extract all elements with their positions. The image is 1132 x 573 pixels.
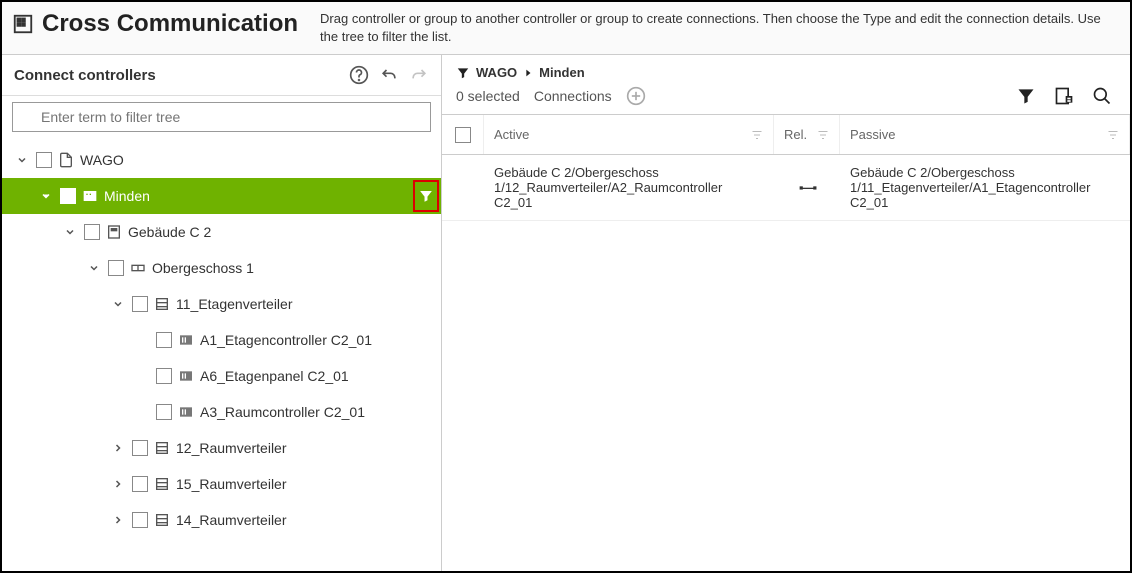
tree-node-a3[interactable]: A3_Raumcontroller C2_01	[2, 394, 441, 430]
tree-node-label: Minden	[104, 188, 150, 204]
controller-icon	[178, 332, 194, 348]
checkbox[interactable]	[132, 512, 148, 528]
left-panel-title: Connect controllers	[14, 67, 156, 84]
controller-tree: WAGO Minden Gebäude C 2	[2, 138, 441, 571]
tree-node-label: 11_Etagenverteiler	[176, 296, 292, 312]
tree-node-label: WAGO	[80, 152, 124, 168]
chevron-right-icon[interactable]	[110, 440, 126, 456]
tree-node-label: Gebäude C 2	[128, 224, 211, 240]
connections-label: Connections	[534, 88, 612, 104]
chevron-right-icon	[523, 68, 533, 78]
cell-passive: Gebäude C 2/Obergeschoss 1/11_Etagenvert…	[840, 155, 1130, 220]
add-connection-button[interactable]	[626, 86, 646, 106]
column-header-passive[interactable]: Passive	[850, 127, 896, 142]
connections-table: Active Rel. Passive Gebäude	[442, 114, 1130, 571]
tree-node-ev11[interactable]: 11_Etagenverteiler	[2, 286, 441, 322]
filter-active-highlight[interactable]	[413, 180, 439, 212]
tree-node-og1[interactable]: Obergeschoss 1	[2, 250, 441, 286]
site-icon	[82, 188, 98, 204]
tree-node-minden[interactable]: Minden	[2, 178, 441, 214]
controller-icon	[178, 404, 194, 420]
column-filter-icon[interactable]	[1107, 129, 1119, 141]
column-header-rel[interactable]: Rel.	[784, 127, 807, 142]
chevron-down-icon[interactable]	[38, 188, 54, 204]
checkbox[interactable]	[132, 296, 148, 312]
select-all-checkbox[interactable]	[455, 127, 471, 143]
tree-node-label: A6_Etagenpanel C2_01	[200, 368, 349, 384]
page-header: Cross Communication Drag controller or g…	[2, 2, 1130, 55]
chevron-right-icon[interactable]	[110, 476, 126, 492]
checkbox[interactable]	[156, 332, 172, 348]
tree-node-a6[interactable]: A6_Etagenpanel C2_01	[2, 358, 441, 394]
page-description: Drag controller or group to another cont…	[308, 2, 1130, 54]
checkbox[interactable]	[156, 368, 172, 384]
floor-icon	[130, 260, 146, 276]
chevron-down-icon[interactable]	[62, 224, 78, 240]
building-icon	[106, 224, 122, 240]
tree-node-rv14[interactable]: 14_Raumverteiler	[2, 502, 441, 538]
chevron-right-icon[interactable]	[110, 512, 126, 528]
tree-node-rv12[interactable]: 12_Raumverteiler	[2, 430, 441, 466]
chevron-down-icon[interactable]	[14, 152, 30, 168]
checkbox[interactable]	[156, 404, 172, 420]
right-panel: WAGO Minden 0 selected Connections	[442, 55, 1130, 571]
document-icon	[58, 152, 74, 168]
left-panel: Connect controllers	[2, 55, 442, 571]
search-button[interactable]	[1092, 86, 1112, 106]
tree-node-label: A1_Etagencontroller C2_01	[200, 332, 372, 348]
tree-node-gebaeude[interactable]: Gebäude C 2	[2, 214, 441, 250]
distributor-icon	[154, 476, 170, 492]
relation-icon: ▪—▪	[799, 180, 815, 195]
chevron-down-icon[interactable]	[110, 296, 126, 312]
redo-button[interactable]	[409, 65, 429, 85]
tree-node-wago[interactable]: WAGO	[2, 142, 441, 178]
checkbox[interactable]	[132, 476, 148, 492]
breadcrumb-root: WAGO	[476, 65, 517, 80]
tree-node-a1[interactable]: A1_Etagencontroller C2_01	[2, 322, 441, 358]
tree-node-label: A3_Raumcontroller C2_01	[200, 404, 365, 420]
controller-icon	[178, 368, 194, 384]
tree-node-label: 14_Raumverteiler	[176, 512, 287, 528]
column-header-active[interactable]: Active	[494, 127, 529, 142]
breadcrumb-current: Minden	[539, 65, 585, 80]
filter-icon	[419, 189, 433, 203]
tree-node-rv15[interactable]: 15_Raumverteiler	[2, 466, 441, 502]
table-row[interactable]: Gebäude C 2/Obergeschoss 1/12_Raumvertei…	[442, 155, 1130, 221]
selected-count: 0 selected	[456, 88, 520, 104]
filter-button[interactable]	[1016, 86, 1036, 106]
checkbox[interactable]	[132, 440, 148, 456]
checkbox[interactable]	[36, 152, 52, 168]
tree-node-label: 12_Raumverteiler	[176, 440, 287, 456]
distributor-icon	[154, 440, 170, 456]
distributor-icon	[154, 512, 170, 528]
column-filter-icon[interactable]	[817, 129, 829, 141]
page-title: Cross Communication	[42, 10, 298, 38]
filter-icon	[456, 66, 470, 80]
checkbox[interactable]	[60, 188, 76, 204]
checkbox[interactable]	[108, 260, 124, 276]
distributor-icon	[154, 296, 170, 312]
tree-node-label: 15_Raumverteiler	[176, 476, 287, 492]
chevron-down-icon[interactable]	[86, 260, 102, 276]
tree-node-label: Obergeschoss 1	[152, 260, 254, 276]
checkbox[interactable]	[84, 224, 100, 240]
cell-active: Gebäude C 2/Obergeschoss 1/12_Raumvertei…	[484, 155, 774, 220]
building-icon	[12, 13, 34, 35]
undo-button[interactable]	[379, 65, 399, 85]
help-button[interactable]	[349, 65, 369, 85]
column-filter-icon[interactable]	[751, 129, 763, 141]
columns-button[interactable]	[1054, 86, 1074, 106]
breadcrumb: WAGO Minden	[456, 65, 1116, 80]
tree-search-input[interactable]	[12, 102, 431, 132]
